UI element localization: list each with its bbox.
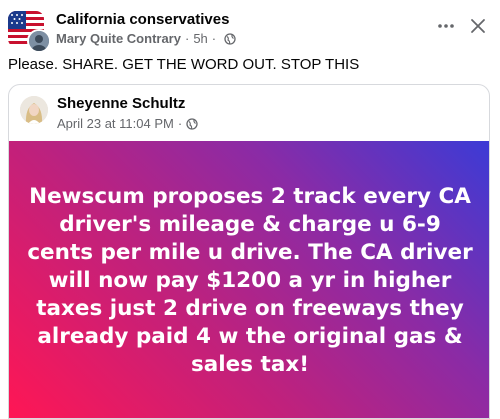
author-avatar[interactable] bbox=[27, 29, 51, 53]
post-header: California conservatives Mary Quite Cont… bbox=[0, 0, 500, 53]
more-options-button[interactable] bbox=[434, 14, 458, 38]
person-photo-icon bbox=[20, 96, 48, 124]
shared-post-text: Newscum proposes 2 track every CA driver… bbox=[27, 183, 473, 377]
post-time[interactable]: 5h bbox=[193, 31, 207, 46]
close-button[interactable] bbox=[466, 14, 490, 38]
more-horizontal-icon bbox=[438, 24, 454, 28]
globe-icon bbox=[224, 32, 236, 45]
shared-author-avatar[interactable] bbox=[20, 96, 48, 124]
meta-separator: · bbox=[211, 31, 217, 46]
shared-post-date[interactable]: April 23 at 11:04 PM bbox=[57, 116, 174, 131]
meta-separator: · bbox=[184, 31, 190, 46]
shared-post-card[interactable]: Sheyenne Schultz April 23 at 11:04 PM · … bbox=[8, 84, 490, 419]
meta-separator: · bbox=[177, 116, 183, 131]
group-name[interactable]: California conservatives bbox=[56, 11, 229, 28]
shared-author-name[interactable]: Sheyenne Schultz bbox=[57, 95, 185, 112]
close-icon bbox=[471, 19, 485, 33]
shared-post-meta: April 23 at 11:04 PM · bbox=[57, 116, 198, 131]
person-silhouette-icon bbox=[29, 31, 49, 51]
post-author[interactable]: Mary Quite Contrary bbox=[56, 31, 181, 46]
post-text: Please. SHARE. GET THE WORD OUT. STOP TH… bbox=[8, 56, 360, 73]
globe-icon bbox=[186, 117, 198, 130]
post-meta: Mary Quite Contrary · 5h · bbox=[56, 31, 236, 46]
